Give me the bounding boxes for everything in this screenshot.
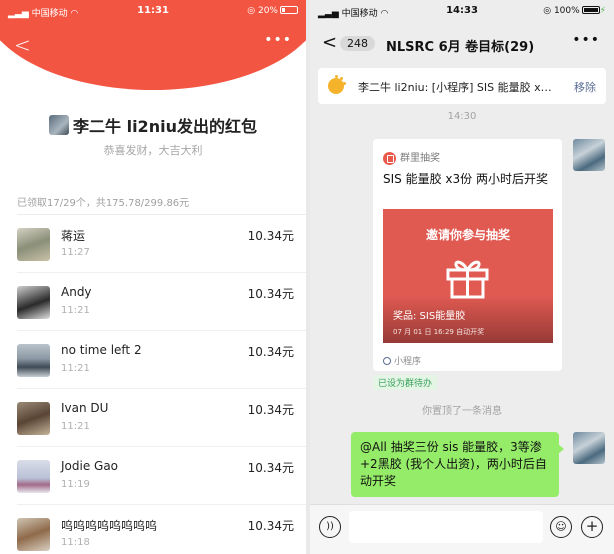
draw-time: 07 月 01 日 16:29 自动开奖	[393, 328, 485, 336]
my-avatar[interactable]	[573, 139, 605, 171]
back-icon[interactable]: <	[14, 33, 31, 57]
charging-icon: ⚡	[599, 6, 606, 16]
mini-program-source: 群里抽奖	[383, 149, 440, 165]
banner-headline: 邀请你参与抽奖	[425, 228, 510, 242]
recipient-list: 蒋运 11:27 10.34元 Andy 11:21 10.34元 no tim…	[0, 215, 306, 554]
my-avatar[interactable]	[573, 432, 605, 464]
group-todo-tag[interactable]: 已设为群待办	[373, 375, 438, 390]
blessing-text: 恭喜发财，大吉大利	[103, 144, 203, 157]
pinned-message-text[interactable]: 李二牛 li2niu: [小程序] SIS 能量胶 x3份 两小时后开奖	[358, 79, 558, 95]
battery-indicator: ◎ 100% ⚡	[543, 6, 606, 16]
recipient-avatar[interactable]	[17, 228, 50, 261]
recipient-amount: 10.34元	[247, 229, 294, 243]
mini-program-title: SIS 能量胶 x3份 两小时后开奖	[383, 172, 548, 186]
voice-icon[interactable]: ))	[319, 516, 341, 538]
sender-row: 李二牛 li2niu发出的红包	[0, 113, 306, 137]
message-timestamp: 14:30	[447, 111, 477, 122]
recipient-name: Ivan DU	[61, 401, 109, 415]
prize-text: 奖品: SIS能量胶	[393, 311, 466, 322]
recipient-amount: 10.34元	[247, 519, 294, 533]
gift-logo-icon	[383, 151, 396, 165]
battery-indicator: ◎ 20%	[247, 6, 298, 16]
unread-count-badge[interactable]: 248	[340, 36, 375, 51]
chat-title: NLSRC 6月 卷目标(29)	[386, 40, 535, 55]
red-envelope-panel: ▂▃▅ 中国移动 ◠ 11:31 ◎ 20% < ••• 李二牛 li2niu发…	[0, 0, 306, 554]
recipient-row[interactable]: Ivan DU 11:21 10.34元	[17, 389, 306, 447]
recipient-row[interactable]: 呜呜呜呜呜呜呜呜 11:18 10.34元	[17, 505, 306, 554]
alarm-icon: ◎	[543, 6, 554, 16]
recipient-row[interactable]: Jodie Gao 11:19 10.34元	[17, 447, 306, 505]
recipient-name: Andy	[61, 285, 92, 299]
emoji-icon[interactable]: ☺	[550, 516, 572, 538]
status-bar: ▂▃▅ 中国移动 ◠ 14:33 ◎ 100% ⚡	[310, 0, 614, 22]
mini-program-card[interactable]: 群里抽奖 SIS 能量胶 x3份 两小时后开奖 邀请你参与抽奖 奖品: SIS能…	[373, 139, 562, 371]
chat-nav-bar: < 248 NLSRC 6月 卷目标(29) •••	[310, 30, 614, 60]
my-message-bubble[interactable]: @All 抽奖三份 sis 能量胶，3等渗+2黑胶 (我个人出资)，两小时后自动…	[351, 432, 564, 497]
mini-program-icon	[383, 357, 391, 365]
group-chat-panel: ▂▃▅ 中国移动 ◠ 14:33 ◎ 100% ⚡ < 248 NLSRC 6月 …	[310, 0, 614, 554]
recipient-name: Jodie Gao	[61, 459, 119, 473]
sender-avatar[interactable]	[49, 115, 70, 135]
recipient-time: 11:18	[61, 537, 90, 548]
more-icon[interactable]: •••	[264, 32, 292, 48]
back-icon[interactable]: <	[322, 32, 337, 53]
pin-icon	[328, 75, 344, 94]
claim-summary: 已领取17/29个，共175.78/299.86元	[17, 198, 190, 209]
recipient-name: no time left 2	[61, 343, 142, 357]
recipient-avatar[interactable]	[17, 286, 50, 319]
recipient-name: 蒋运	[61, 229, 86, 243]
recipient-time: 11:21	[61, 305, 90, 316]
mini-program-banner[interactable]: 邀请你参与抽奖 奖品: SIS能量胶 07 月 01 日 16:29 自动开奖	[383, 209, 553, 343]
more-icon[interactable]: •••	[572, 32, 600, 48]
recipient-time: 11:27	[61, 247, 90, 258]
battery-icon	[581, 6, 600, 14]
mini-program-footer: 小程序	[383, 354, 421, 367]
remove-pin-button[interactable]: 移除	[574, 79, 596, 95]
recipient-row[interactable]: 蒋运 11:27 10.34元	[17, 215, 306, 273]
recipient-name: 呜呜呜呜呜呜呜呜	[61, 519, 158, 533]
recipient-row[interactable]: no time left 2 11:21 10.34元	[17, 331, 306, 389]
gift-icon	[446, 260, 489, 299]
message-input[interactable]	[349, 511, 543, 543]
system-notice: 你置顶了一条消息	[422, 406, 502, 417]
plus-icon[interactable]: +	[581, 516, 603, 538]
status-bar: ▂▃▅ 中国移动 ◠ 11:31 ◎ 20%	[0, 0, 306, 22]
recipient-avatar[interactable]	[17, 460, 50, 493]
battery-icon	[280, 6, 298, 14]
recipient-amount: 10.34元	[247, 461, 294, 475]
pinned-message-bar[interactable]: 李二牛 li2niu: [小程序] SIS 能量胶 x3份 两小时后开奖 移除	[318, 68, 606, 104]
recipient-time: 11:21	[61, 421, 90, 432]
recipient-avatar[interactable]	[17, 344, 50, 377]
recipient-amount: 10.34元	[247, 345, 294, 359]
recipient-time: 11:21	[61, 363, 90, 374]
recipient-row[interactable]: Andy 11:21 10.34元	[17, 273, 306, 331]
recipient-time: 11:19	[61, 479, 90, 490]
alarm-icon: ◎	[247, 6, 258, 16]
recipient-amount: 10.34元	[247, 287, 294, 301]
recipient-amount: 10.34元	[247, 403, 294, 417]
sender-title: 李二牛 li2niu发出的红包	[73, 117, 257, 136]
chat-input-bar: )) ☺ +	[310, 504, 614, 554]
recipient-avatar[interactable]	[17, 518, 50, 551]
recipient-avatar[interactable]	[17, 402, 50, 435]
